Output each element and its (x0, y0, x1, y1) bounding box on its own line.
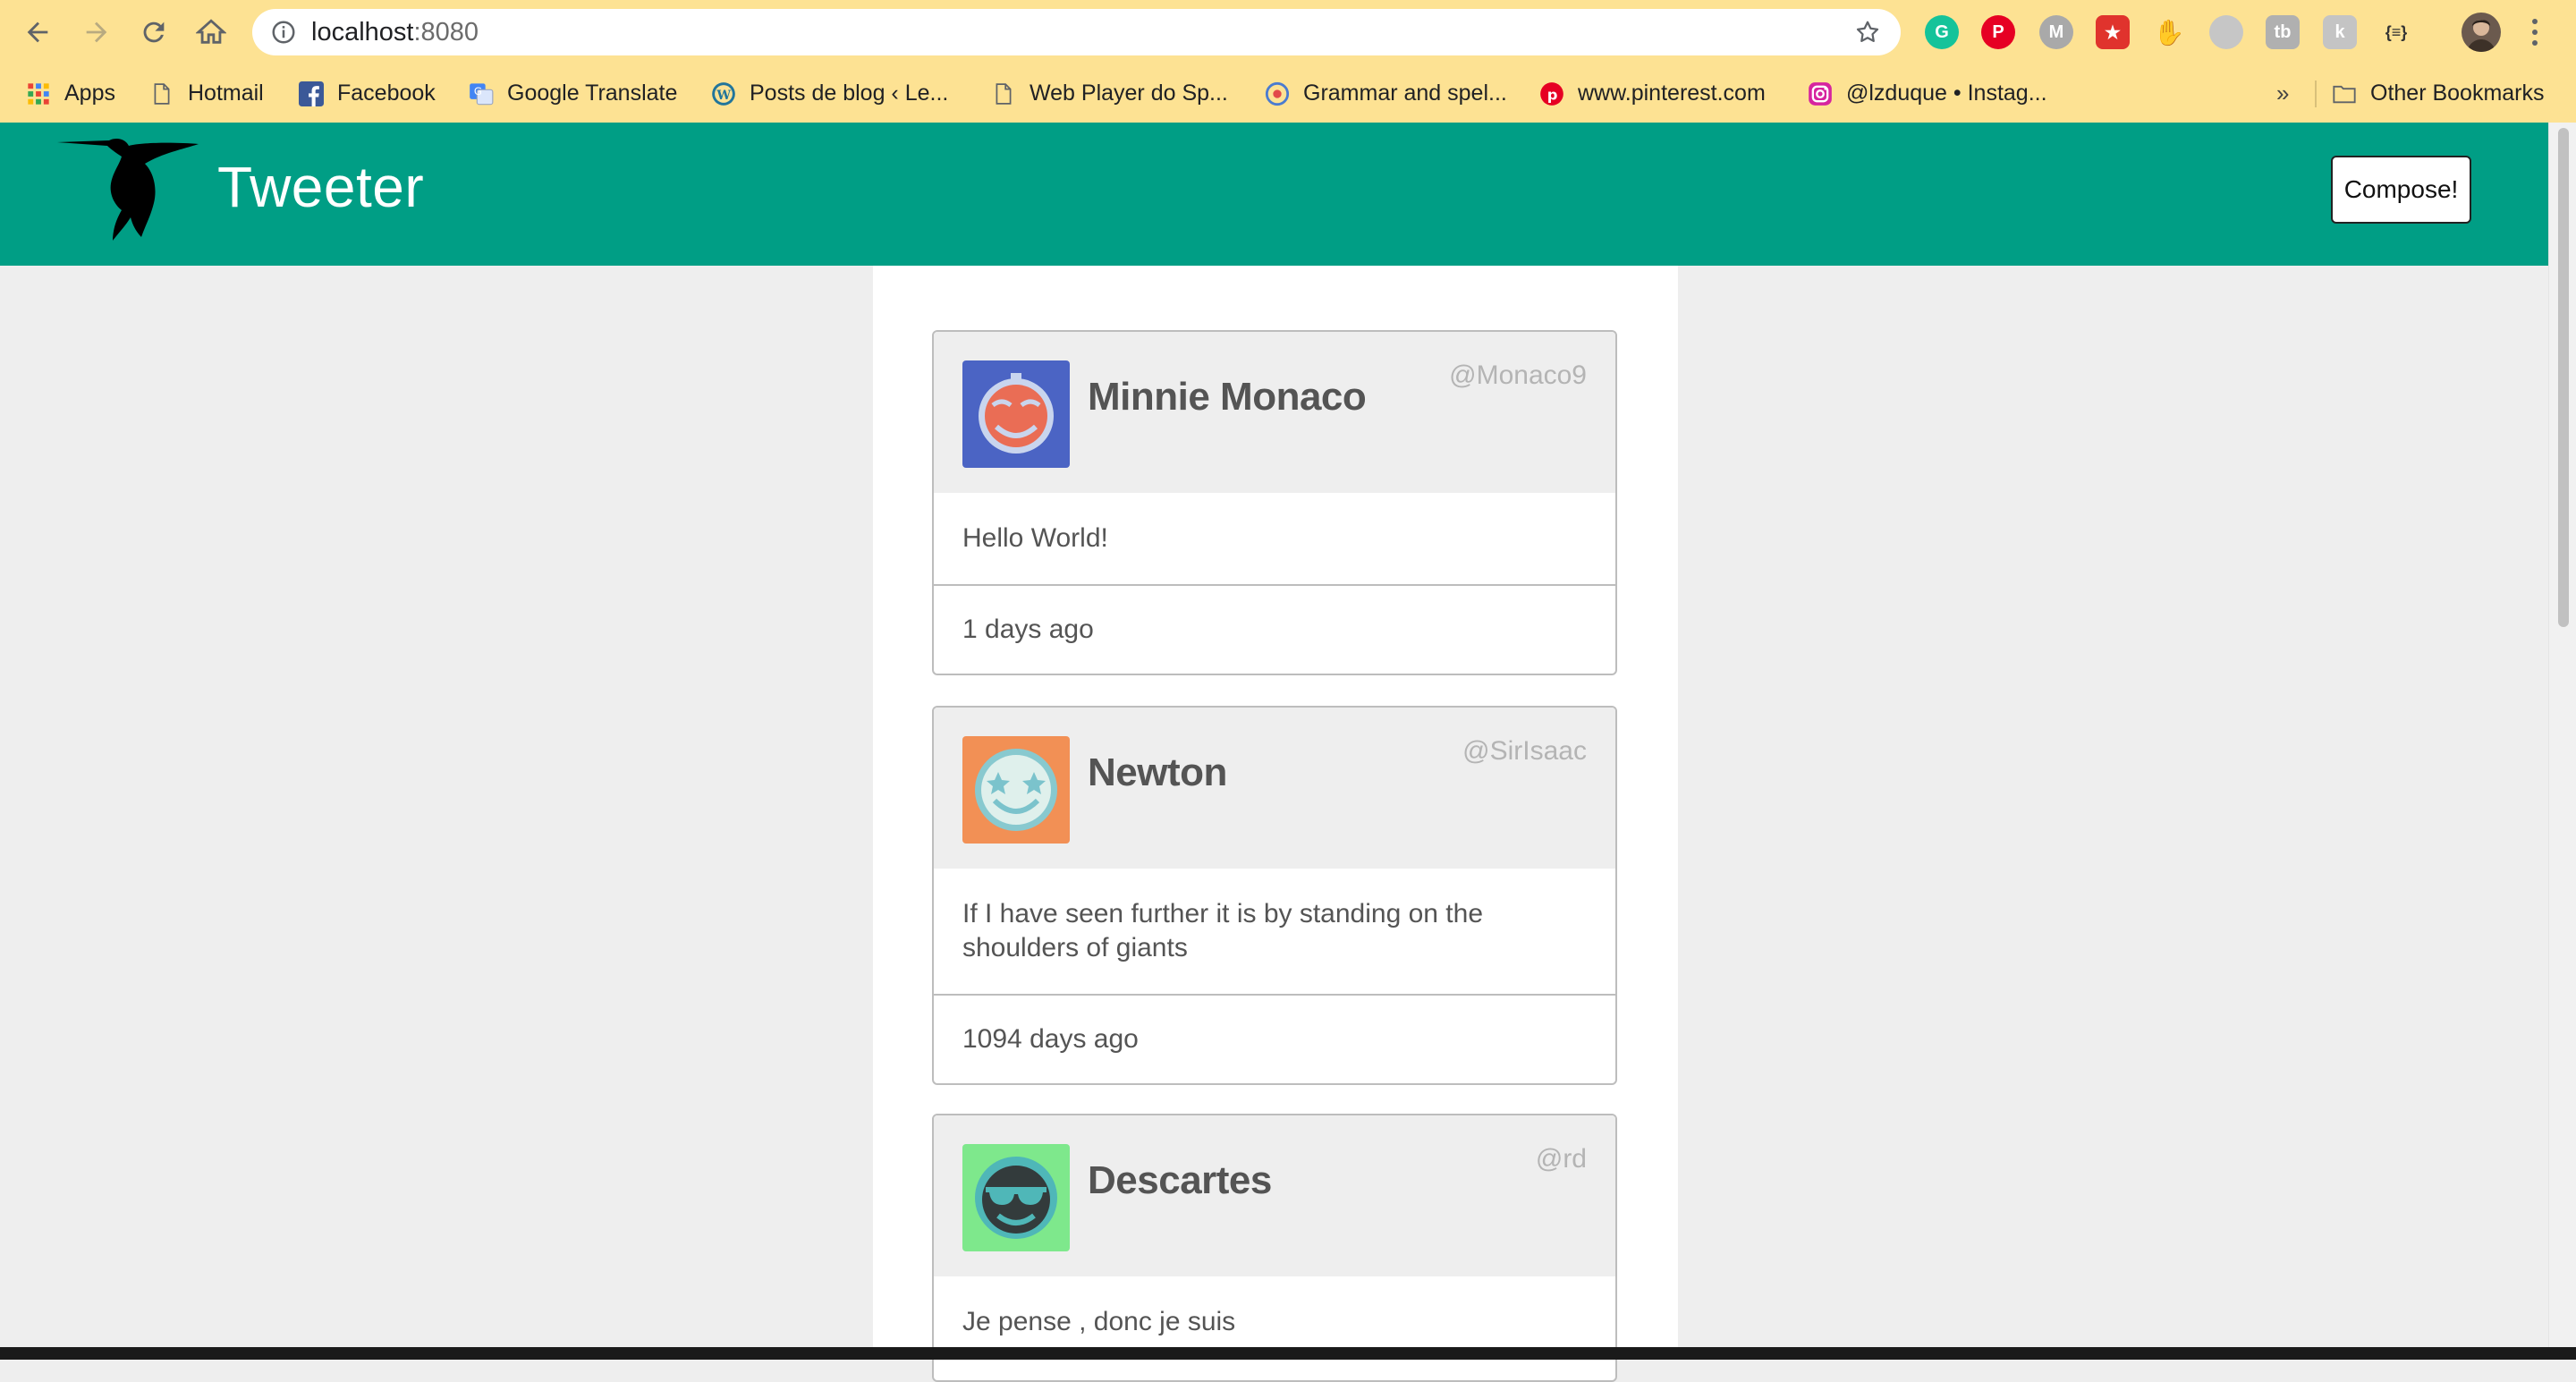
page-scrollbar[interactable] (2548, 123, 2576, 1360)
page-icon (990, 81, 1017, 107)
tweet-header: Newton @SirIsaac (934, 708, 1615, 869)
bookmark-pinterest[interactable]: p www.pinterest.com (1538, 64, 1766, 123)
bookmark-label: Google Translate (507, 81, 678, 106)
tweet-timestamp: 1 days ago (962, 615, 1094, 644)
site-title: Tweeter (217, 155, 425, 219)
page-icon (148, 81, 175, 107)
bookmark-star-icon[interactable] (1854, 19, 1881, 46)
home-icon (196, 19, 226, 44)
braces-icon: {≡} (2385, 22, 2408, 41)
url-text: localhost:8080 (311, 9, 479, 55)
tweet-card: Descartes @rd Je pense , donc je suis (932, 1114, 1617, 1382)
tweet-header: Descartes @rd (934, 1115, 1615, 1276)
mail-extension[interactable]: M (2039, 15, 2073, 49)
bookmark-instagram[interactable]: @lzduque • Instag... (1807, 64, 2047, 123)
browser-chrome: localhost:8080 G P M ★ ✋ tb k {≡} Apps H… (0, 0, 2576, 123)
pinterest-icon: P (1992, 21, 2004, 42)
compose-button[interactable]: Compose! (2331, 156, 2471, 224)
url-host: localhost (311, 18, 414, 47)
scrollbar-thumb[interactable] (2558, 128, 2569, 627)
grammar-icon (1264, 81, 1291, 107)
hummingbird-logo-icon (57, 139, 199, 241)
address-bar[interactable]: localhost:8080 (252, 9, 1901, 55)
bookmark-label: Apps (64, 81, 115, 106)
tweet-author-handle: @rd (1535, 1144, 1587, 1174)
tweet-author-handle: @SirIsaac (1462, 736, 1587, 766)
other-bookmarks-label: Other Bookmarks (2370, 81, 2545, 106)
window-bottom-edge (0, 1347, 2576, 1360)
avatar-star-eyes-icon (962, 736, 1070, 844)
bookmark-label: @lzduque • Instag... (1846, 81, 2047, 106)
svg-text:p: p (1547, 86, 1558, 103)
arrow-left-icon (27, 21, 48, 43)
user-photo-icon (2467, 20, 2496, 52)
arrow-right-icon (86, 21, 107, 43)
bookmark-label: Web Player do Sp... (1030, 81, 1228, 106)
tweet-card: Newton @SirIsaac If I have seen further … (932, 706, 1617, 1085)
mail-icon: M (2048, 21, 2064, 42)
bookmarks-divider (2315, 81, 2317, 107)
folder-icon (2331, 81, 2358, 107)
bookmark-other[interactable]: Other Bookmarks (2331, 64, 2545, 123)
bookmark-facebook[interactable]: Facebook (298, 64, 436, 123)
reload-button[interactable] (134, 13, 174, 52)
bookmark-spotify[interactable]: Web Player do Sp... (990, 64, 1228, 123)
site-header: Tweeter Compose! (0, 123, 2548, 266)
facebook-icon (298, 81, 325, 107)
more-bookmarks-button[interactable]: » (2276, 64, 2289, 123)
hand-icon: ✋ (2153, 18, 2185, 47)
tweet-author-name: Newton (1088, 750, 1227, 794)
bookmark-hotmail[interactable]: Hotmail (148, 64, 264, 123)
avatar-globe-icon (962, 360, 1070, 468)
bookmark-label: Hotmail (188, 81, 264, 106)
bookmark-extension[interactable]: ★ (2096, 15, 2130, 49)
svg-text:W: W (716, 88, 731, 102)
json-extension[interactable]: {≡} (2379, 15, 2413, 49)
tweet-timestamp: 1094 days ago (962, 1024, 1139, 1054)
pinterest-extension[interactable]: P (1981, 15, 2015, 49)
apps-grid-icon (25, 81, 52, 107)
tb-extension[interactable]: tb (2266, 15, 2300, 49)
tweet-author-name: Minnie Monaco (1088, 375, 1367, 419)
bookmark-wordpress[interactable]: W Posts de blog ‹ Le... (710, 64, 948, 123)
grammarly-extension[interactable]: G (1925, 15, 1959, 49)
bookmark-label: Grammar and spel... (1303, 81, 1507, 106)
home-button[interactable] (191, 13, 231, 52)
circle-extension[interactable] (2209, 15, 2243, 49)
k-extension[interactable]: k (2323, 15, 2357, 49)
profile-avatar[interactable] (2462, 13, 2501, 52)
star-badge-icon: ★ (2105, 22, 2121, 43)
instagram-icon (1807, 81, 1834, 107)
tweet-header: Minnie Monaco @Monaco9 (934, 332, 1615, 493)
tweet-author-name: Descartes (1088, 1158, 1272, 1202)
tweet-text: Hello World! (934, 493, 1615, 586)
forward-button[interactable] (77, 13, 116, 52)
browser-toolbar: localhost:8080 G P M ★ ✋ tb k {≡} (0, 0, 2576, 64)
bookmark-label: Posts de blog ‹ Le... (750, 81, 949, 106)
bookmark-grammar[interactable]: Grammar and spel... (1264, 64, 1507, 123)
hand-extension[interactable]: ✋ (2152, 15, 2186, 49)
bookmark-label: Facebook (337, 81, 436, 106)
translate-icon: G (468, 81, 495, 107)
url-port: :8080 (413, 18, 479, 47)
tweet-author-handle: @Monaco9 (1449, 360, 1587, 390)
bookmark-google-translate[interactable]: G Google Translate (468, 64, 677, 123)
reload-icon (143, 21, 165, 43)
k-icon: k (2334, 21, 2345, 42)
tweets-container: Minnie Monaco @Monaco9 Hello World! 1 da… (873, 266, 1678, 1382)
wordpress-icon: W (710, 81, 737, 107)
pinterest-icon: p (1538, 81, 1565, 107)
grammarly-icon: G (1935, 21, 1949, 42)
menu-kebab-icon[interactable] (2524, 14, 2546, 50)
info-icon[interactable] (270, 19, 297, 46)
svg-text:G: G (474, 85, 482, 98)
bookmarks-bar: Apps Hotmail Facebook G Google Translate… (0, 64, 2576, 123)
bookmark-label: www.pinterest.com (1578, 81, 1766, 106)
avatar-sunglasses-icon (962, 1144, 1070, 1251)
tb-icon: tb (2274, 21, 2292, 42)
back-button[interactable] (18, 13, 57, 52)
tweet-card: Minnie Monaco @Monaco9 Hello World! 1 da… (932, 330, 1617, 675)
bookmark-apps[interactable]: Apps (25, 64, 115, 123)
tweet-text: If I have seen further it is by standing… (934, 869, 1615, 996)
